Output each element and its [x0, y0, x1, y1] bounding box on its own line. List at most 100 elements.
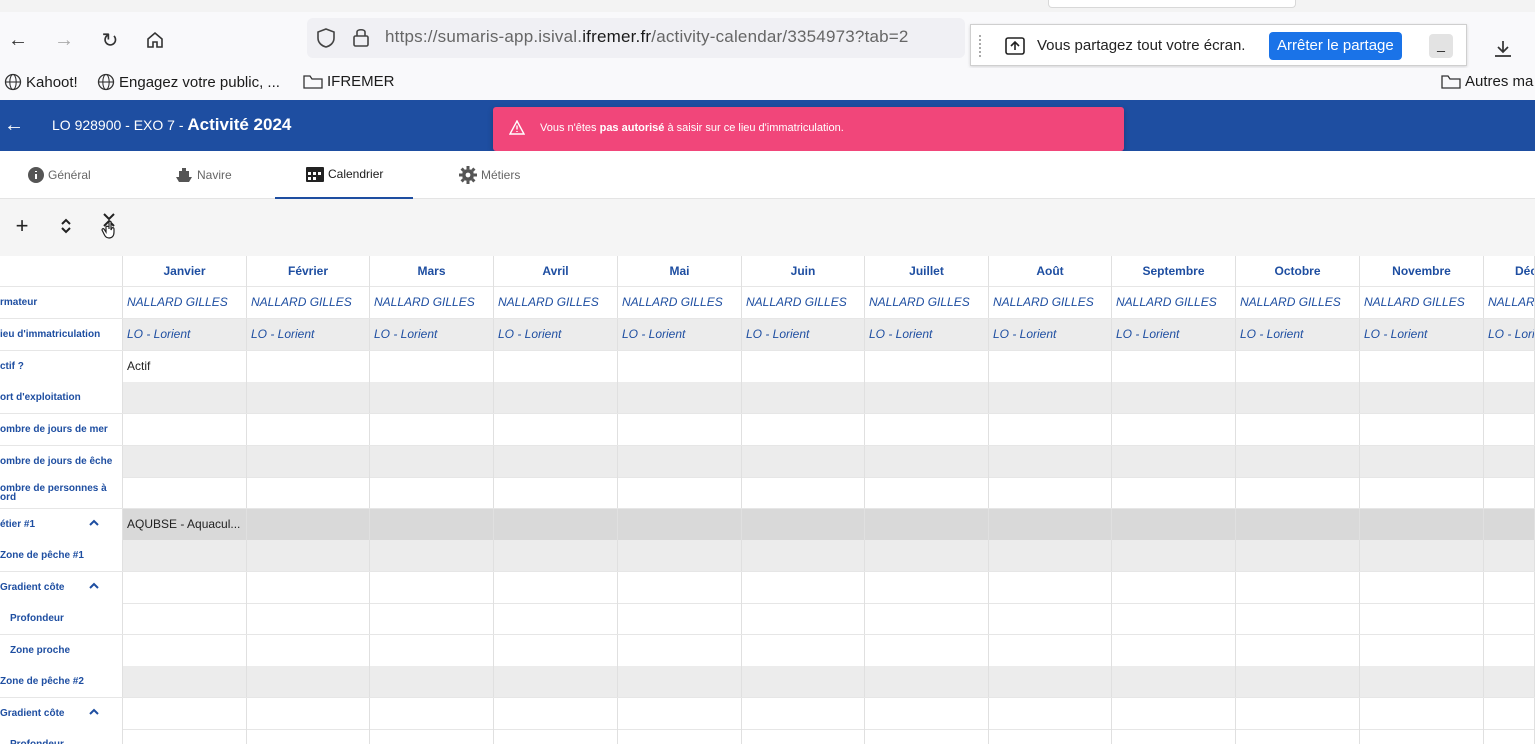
grid-cell[interactable] [123, 477, 247, 508]
grid-cell[interactable] [1112, 446, 1236, 477]
grid-cell[interactable] [989, 382, 1112, 413]
grid-cell[interactable] [618, 382, 742, 413]
grid-cell[interactable] [1360, 509, 1484, 540]
grid-cell[interactable] [865, 414, 989, 445]
grid-cell[interactable] [247, 382, 370, 413]
chevron-up-icon[interactable] [88, 581, 100, 592]
grid-cell[interactable] [618, 414, 742, 445]
grid-cell[interactable] [1360, 382, 1484, 413]
grid-cell[interactable] [1360, 729, 1484, 744]
grid-cell[interactable] [494, 382, 618, 413]
grid-cell[interactable] [989, 666, 1112, 697]
grid-cell[interactable] [742, 414, 865, 445]
grid-cell[interactable] [370, 635, 494, 666]
chevron-up-icon[interactable] [88, 707, 100, 718]
grid-cell[interactable]: Actif [123, 351, 247, 382]
grid-cell[interactable] [370, 603, 494, 634]
grid-cell[interactable] [494, 603, 618, 634]
grid-cell[interactable] [1112, 666, 1236, 697]
grid-cell[interactable] [247, 540, 370, 571]
grid-cell[interactable] [1360, 477, 1484, 508]
grid-cell[interactable] [618, 477, 742, 508]
grid-cell[interactable] [1484, 729, 1535, 744]
grid-cell[interactable]: NALLARD GILLES [989, 287, 1112, 318]
grid-cell[interactable]: NALLARD GILLES [1360, 287, 1484, 318]
grid-cell[interactable] [742, 635, 865, 666]
grid-cell[interactable] [742, 509, 865, 540]
add-icon[interactable]: + [9, 213, 35, 239]
grid-cell[interactable] [989, 729, 1112, 744]
grid-cell[interactable] [1236, 414, 1360, 445]
home-icon[interactable] [141, 26, 169, 54]
grid-cell[interactable] [370, 698, 494, 729]
grid-cell[interactable]: LO - Lorient [865, 319, 989, 350]
grid-cell[interactable] [1484, 666, 1535, 697]
grid-cell[interactable] [494, 572, 618, 603]
month-header[interactable]: Août [989, 256, 1112, 287]
grid-cell[interactable] [123, 635, 247, 666]
grid-cell[interactable] [494, 351, 618, 382]
lock-icon[interactable] [351, 26, 371, 53]
grid-cell[interactable] [865, 351, 989, 382]
grid-cell[interactable] [1112, 729, 1236, 744]
grid-cell[interactable] [247, 446, 370, 477]
month-header[interactable]: Février [247, 256, 370, 287]
download-icon[interactable] [1492, 38, 1514, 65]
grid-cell[interactable]: LO - Lorient [1112, 319, 1236, 350]
grid-cell[interactable] [370, 446, 494, 477]
grid-cell[interactable] [742, 729, 865, 744]
grid-cell[interactable] [989, 635, 1112, 666]
grid-cell[interactable] [742, 698, 865, 729]
browser-tab[interactable] [1048, 0, 1296, 8]
grid-cell[interactable] [865, 729, 989, 744]
grid-cell[interactable] [123, 666, 247, 697]
grid-cell[interactable]: AQUBSE - Aquacul... [123, 509, 247, 540]
grid-cell[interactable] [494, 666, 618, 697]
grid-cell[interactable] [1112, 540, 1236, 571]
month-header[interactable]: Octobre [1236, 256, 1360, 287]
grid-cell[interactable] [1484, 635, 1535, 666]
grid-cell[interactable] [1112, 382, 1236, 413]
grid-cell[interactable]: LO - Lorient [370, 319, 494, 350]
grid-cell[interactable] [1484, 572, 1535, 603]
grid-cell[interactable]: NALLARD GILLES [865, 287, 989, 318]
reload-icon[interactable]: ↻ [96, 26, 124, 54]
grid-cell[interactable] [247, 351, 370, 382]
grid-cell[interactable] [494, 509, 618, 540]
grid-cell[interactable]: NALLARD GILLES [1112, 287, 1236, 318]
grid-cell[interactable] [1112, 509, 1236, 540]
grid-cell[interactable] [618, 635, 742, 666]
grid-cell[interactable] [1360, 540, 1484, 571]
grid-cell[interactable] [494, 446, 618, 477]
grid-cell[interactable] [1236, 382, 1360, 413]
grid-cell[interactable] [1236, 698, 1360, 729]
grid-cell[interactable] [989, 446, 1112, 477]
grid-cell[interactable] [494, 698, 618, 729]
tab-general[interactable]: Général [27, 151, 91, 199]
grid-cell[interactable]: NALLARD GILLES [247, 287, 370, 318]
grid-cell[interactable] [1360, 698, 1484, 729]
grid-cell[interactable] [618, 540, 742, 571]
grid-cell[interactable]: LO - Lorient [742, 319, 865, 350]
grid-cell[interactable] [865, 477, 989, 508]
grid-cell[interactable] [618, 729, 742, 744]
grid-cell[interactable] [742, 572, 865, 603]
grid-cell[interactable] [989, 351, 1112, 382]
grid-cell[interactable] [1236, 540, 1360, 571]
grid-cell[interactable] [1112, 572, 1236, 603]
grid-cell[interactable] [247, 698, 370, 729]
grid-cell[interactable] [370, 351, 494, 382]
grid-cell[interactable] [123, 698, 247, 729]
grid-cell[interactable] [247, 635, 370, 666]
grid-cell[interactable] [865, 635, 989, 666]
grid-cell[interactable] [1484, 509, 1535, 540]
grid-cell[interactable]: LO - Lorient [1236, 319, 1360, 350]
grid-cell[interactable] [1484, 698, 1535, 729]
grid-cell[interactable] [618, 572, 742, 603]
grid-cell[interactable] [1236, 446, 1360, 477]
grid-cell[interactable] [494, 540, 618, 571]
grid-cell[interactable] [989, 572, 1112, 603]
grid-cell[interactable] [1360, 414, 1484, 445]
grid-cell[interactable] [989, 414, 1112, 445]
grid-cell[interactable] [1360, 603, 1484, 634]
